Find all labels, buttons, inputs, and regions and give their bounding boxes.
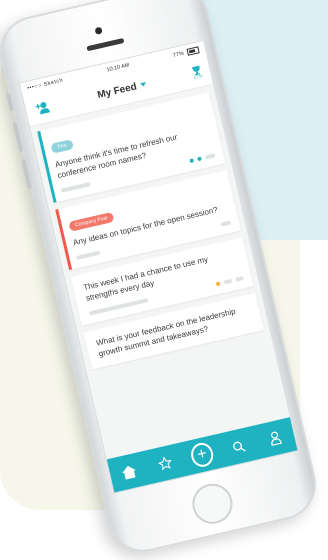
status-time: 10:10 AM bbox=[106, 62, 131, 74]
tab-add[interactable]: + bbox=[188, 440, 216, 470]
chevron-down-icon bbox=[139, 81, 147, 88]
post-meta-text bbox=[76, 250, 101, 260]
star-icon bbox=[158, 456, 172, 471]
home-icon bbox=[121, 465, 136, 480]
battery-percent: 77% bbox=[172, 50, 185, 59]
search-icon bbox=[233, 441, 246, 452]
page-title: My Feed bbox=[96, 80, 138, 101]
tab-profile[interactable] bbox=[262, 425, 288, 451]
share-icon[interactable] bbox=[204, 153, 216, 160]
tab-search[interactable] bbox=[226, 433, 252, 459]
add-user-icon[interactable] bbox=[32, 97, 54, 119]
post-actions bbox=[215, 276, 244, 287]
tab-favorites[interactable] bbox=[152, 450, 178, 476]
rewards-button[interactable]: 1770 bbox=[191, 64, 204, 80]
comment-icon[interactable] bbox=[197, 156, 202, 162]
tab-home[interactable] bbox=[116, 459, 142, 485]
feed-selector[interactable]: My Feed bbox=[96, 79, 147, 101]
post-actions bbox=[189, 153, 216, 164]
like-icon[interactable] bbox=[223, 278, 233, 285]
battery-icon bbox=[186, 45, 200, 56]
post-meta-text bbox=[60, 182, 91, 193]
add-icon: + bbox=[188, 440, 216, 470]
post-actions bbox=[220, 220, 232, 227]
star-icon[interactable] bbox=[215, 281, 221, 287]
profile-icon bbox=[271, 431, 283, 446]
author-badge: Tina bbox=[50, 139, 74, 154]
comment-icon[interactable] bbox=[220, 220, 232, 227]
comment-icon[interactable] bbox=[235, 276, 244, 282]
like-icon[interactable] bbox=[189, 158, 195, 164]
rewards-count: 1770 bbox=[192, 72, 203, 80]
